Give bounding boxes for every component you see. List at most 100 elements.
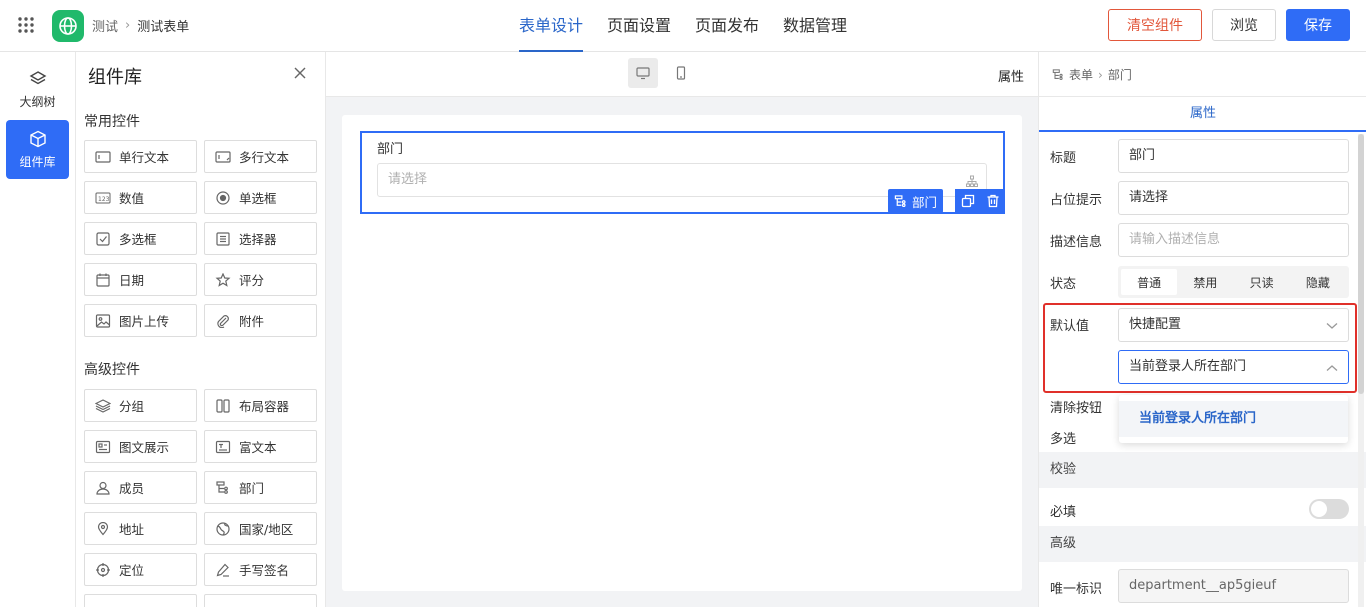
breadcrumb-form: 测试表单 [137,20,190,35]
pen-icon [216,563,229,577]
component-rich-text[interactable]: 富文本 [204,430,317,463]
component-label: 国家/地区 [239,522,294,537]
component-attachment[interactable]: 附件 [204,304,317,337]
tab-properties[interactable]: 属性 [1039,96,1366,132]
copy-icon[interactable] [961,194,975,208]
description-input[interactable]: 请输入描述信息 [1118,223,1349,257]
component-label: 布局容器 [239,399,290,414]
unique-id-input[interactable]: department__ap5gieuf [1118,569,1349,603]
component-label: 单行文本 [119,150,170,165]
properties-scrollbar[interactable] [1358,134,1364,607]
highlight-box [1043,303,1357,393]
status-readonly[interactable]: 只读 [1234,269,1290,295]
component-radio[interactable]: 单选框 [204,181,317,214]
properties-panel: 表单 › 部门 属性 标题 部门 占位提示 请选择 描述信息 请输入描述信息 状… [1038,52,1366,607]
field-label: 部门 [377,142,404,157]
app-logo-globe-icon[interactable] [52,10,84,42]
component-label: 分组 [119,399,145,414]
field-actions [955,189,1005,213]
scrollbar-thumb[interactable] [1358,134,1364,394]
component-label: 数值 [119,191,145,206]
tab-page-publish[interactable]: 页面发布 [683,0,771,52]
breadcrumb-field: 部门 [1107,68,1132,82]
common-controls-heading: 常用控件 [84,114,140,130]
required-label: 必填 [1050,505,1077,520]
map-pin-icon [97,521,109,535]
component-rating[interactable]: 评分 [204,263,317,296]
delete-icon[interactable] [986,194,1000,208]
left-rail: 大纲树 组件库 [0,52,76,607]
component-label: 部门 [239,481,265,496]
layers-icon [95,398,111,413]
globe-icon [216,521,230,536]
crosshair-icon [96,562,110,577]
field-tag-label: 部门 [911,194,937,210]
component-partial[interactable] [84,594,197,607]
component-select[interactable]: 选择器 [204,222,317,255]
save-button[interactable]: 保存 [1286,9,1350,41]
component-date[interactable]: 日期 [84,263,197,296]
component-image-upload[interactable]: 图片上传 [84,304,197,337]
clear-components-button[interactable]: 清空组件 [1108,9,1202,41]
properties-label: 属性 [997,70,1024,85]
main-tabs: 表单设计 页面设置 页面发布 数据管理 [507,0,859,52]
unique-id-label: 唯一标识 [1050,582,1103,597]
mobile-view-icon[interactable] [666,58,696,88]
image-icon [95,313,111,328]
component-label: 单选框 [239,191,277,206]
advanced-controls-heading: 高级控件 [84,362,140,378]
chevron-right-icon: › [1098,67,1103,82]
component-label: 多选框 [119,232,157,247]
component-department[interactable]: 部门 [204,471,317,504]
component-image-text[interactable]: 图文展示 [84,430,197,463]
close-icon[interactable] [293,66,307,80]
multi-line-text-icon [215,150,231,163]
component-number[interactable]: 123 数值 [84,181,197,214]
breadcrumb-app[interactable]: 测试 [92,16,118,35]
component-library-panel: 组件库 常用控件 单行文本 多行文本 123 数值 单选框 多选框 选择器 日期… [76,52,326,607]
properties-breadcrumb: 表单 › 部门 [1052,66,1132,83]
rail-outline-tree[interactable]: 大纲树 [6,60,69,119]
placeholder-label: 占位提示 [1050,193,1103,208]
status-normal[interactable]: 普通 [1121,269,1178,295]
required-toggle[interactable] [1309,499,1349,519]
component-address[interactable]: 地址 [84,512,197,545]
title-input[interactable]: 部门 [1118,139,1349,173]
placeholder-input[interactable]: 请选择 [1118,181,1349,215]
department-icon [894,194,906,207]
preview-button[interactable]: 浏览 [1212,9,1276,41]
component-label: 定位 [119,563,145,578]
status-disabled[interactable]: 禁用 [1177,269,1233,295]
component-label: 附件 [239,314,265,329]
star-icon [215,272,231,287]
component-member[interactable]: 成员 [84,471,197,504]
breadcrumb-form[interactable]: 表单 [1069,66,1093,83]
tab-form-design[interactable]: 表单设计 [507,0,595,52]
clear-button-label: 清除按钮 [1050,401,1103,416]
component-partial[interactable] [204,594,317,607]
checkbox-icon [96,231,110,246]
component-layout-container[interactable]: 布局容器 [204,389,317,422]
component-label: 图片上传 [119,314,170,329]
dropdown-option-current-user-dept[interactable]: 当前登录人所在部门 [1119,401,1348,437]
component-location[interactable]: 定位 [84,553,197,586]
component-label: 图文展示 [119,440,170,455]
component-single-line-text[interactable]: 单行文本 [84,140,197,173]
department-icon [216,480,228,494]
rail-label: 大纲树 [19,94,56,109]
component-signature[interactable]: 手写签名 [204,553,317,586]
single-line-text-icon [95,150,111,163]
rich-text-icon [215,440,231,453]
component-checkbox[interactable]: 多选框 [84,222,197,255]
desktop-view-icon[interactable] [628,58,658,88]
component-group[interactable]: 分组 [84,389,197,422]
component-multi-line-text[interactable]: 多行文本 [204,140,317,173]
component-country-region[interactable]: 国家/地区 [204,512,317,545]
tab-page-settings[interactable]: 页面设置 [595,0,683,52]
columns-icon [216,398,230,413]
org-tree-icon [966,175,978,187]
app-grid-icon[interactable] [17,16,35,34]
rail-component-library[interactable]: 组件库 [6,120,69,179]
status-hidden[interactable]: 隐藏 [1290,269,1346,295]
tab-data-management[interactable]: 数据管理 [771,0,859,52]
